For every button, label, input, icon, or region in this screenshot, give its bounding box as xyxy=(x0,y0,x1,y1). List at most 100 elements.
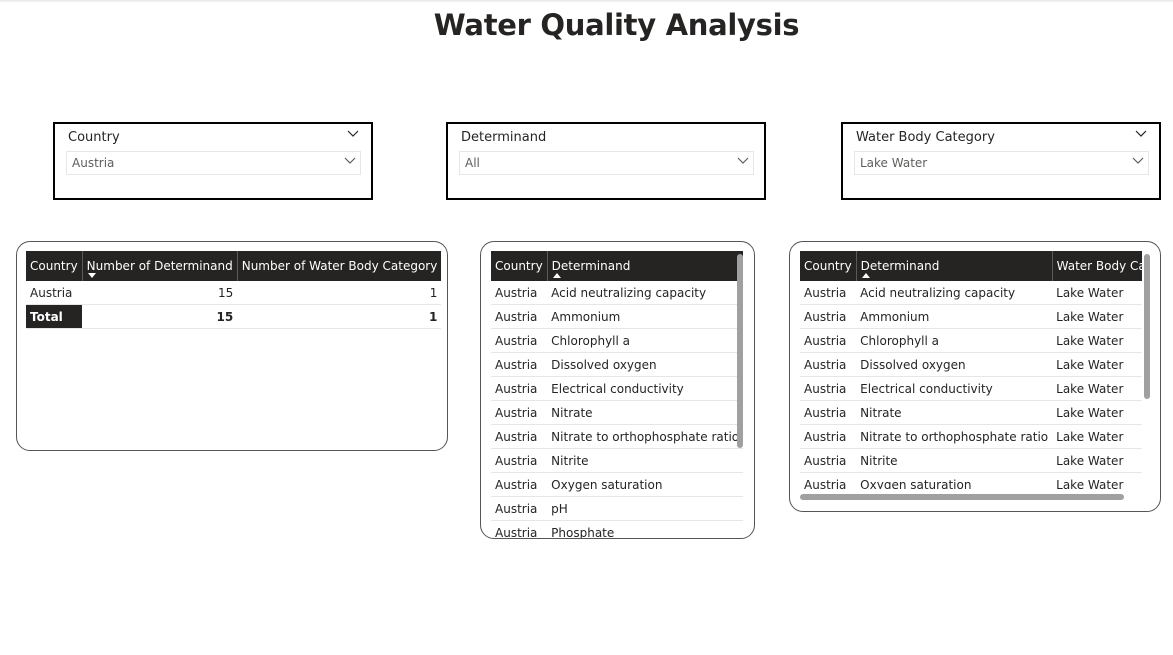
country-selected-value: Austria xyxy=(72,156,115,170)
table-cell: Acid neutralizing capacity xyxy=(547,281,744,305)
table-row[interactable]: Austria Electrical conductivity xyxy=(491,376,744,401)
column-header-water-body-category[interactable]: Water Body Category xyxy=(1052,251,1142,281)
table-row[interactable]: Austria Acid neutralizing capacity Lake Wa… xyxy=(800,281,1142,305)
table-cell: Lake Water xyxy=(1052,304,1142,329)
table-row[interactable]: Austria Dissolved oxygen Lake Water xyxy=(800,352,1142,377)
vertical-scrollbar[interactable] xyxy=(1144,254,1150,399)
total-label: Total xyxy=(26,304,83,329)
table-row[interactable]: Austria Nitrate Lake Water xyxy=(800,400,1142,425)
table-cell: Dissolved oxygen xyxy=(547,352,744,377)
table-row[interactable]: Austria 15 1 xyxy=(26,281,442,305)
table-row[interactable]: Austria Phosphate xyxy=(491,520,744,538)
table-row[interactable]: Austria Ammonium xyxy=(491,304,744,329)
table-cell: Lake Water xyxy=(1052,328,1142,353)
table-cell: Austria xyxy=(491,520,548,538)
table-cell: Austria xyxy=(491,448,548,473)
water-body-category-slicer[interactable]: Water Body Category Lake Water xyxy=(841,122,1161,200)
chevron-down-icon[interactable] xyxy=(1135,130,1147,138)
table-row[interactable]: Austria Chlorophyll a xyxy=(491,328,744,353)
table-row[interactable]: Austria Ammonium Lake Water xyxy=(800,304,1142,329)
table-cell: Lake Water xyxy=(1052,400,1142,425)
total-cell: 1 xyxy=(237,304,442,329)
table-cell: Acid neutralizing capacity xyxy=(856,281,1053,305)
water-body-category-slicer-label: Water Body Category xyxy=(856,130,995,145)
table-cell: Austria xyxy=(800,328,857,353)
water-body-category-slicer-header[interactable]: Water Body Category xyxy=(856,130,1147,146)
table-row[interactable]: Austria Acid neutralizing capacity xyxy=(491,281,744,305)
table-cell: Austria xyxy=(491,328,548,353)
table-cell: Dissolved oxygen xyxy=(856,352,1053,377)
chevron-down-icon[interactable] xyxy=(1132,157,1144,165)
table-cell: Austria xyxy=(491,496,548,521)
table-cell: Austria xyxy=(800,281,857,305)
page-title: Water Quality Analysis xyxy=(433,8,800,42)
table-row[interactable]: Austria Dissolved oxygen xyxy=(491,352,744,377)
column-header-country[interactable]: Country xyxy=(491,251,548,281)
table-cell: Electrical conductivity xyxy=(547,376,744,401)
table-row[interactable]: Austria Nitrite xyxy=(491,448,744,473)
country-slicer[interactable]: Country Austria xyxy=(53,122,373,200)
chevron-down-icon[interactable] xyxy=(737,157,749,165)
category-table: Country Determinand Water Body Category … xyxy=(800,251,1142,489)
sort-descending-icon[interactable] xyxy=(87,273,96,278)
table-row[interactable]: Austria Chlorophyll a Lake Water xyxy=(800,328,1142,353)
table-row[interactable]: Austria Oxygen saturation xyxy=(491,472,744,497)
table-cell: Lake Water xyxy=(1052,424,1142,449)
country-dropdown[interactable]: Austria xyxy=(66,151,361,175)
summary-table: Country Number of Determinand Number of … xyxy=(26,251,442,329)
total-row: Total 15 1 xyxy=(26,304,442,329)
table-cell: Austria xyxy=(800,376,857,401)
column-header-determinand[interactable]: Determinand xyxy=(547,251,744,281)
column-header-determinand[interactable]: Determinand xyxy=(856,251,1053,281)
vertical-scrollbar[interactable] xyxy=(737,254,743,448)
sort-ascending-icon[interactable] xyxy=(861,273,870,278)
category-table-card: Country Determinand Water Body Category … xyxy=(789,241,1161,512)
water-body-category-dropdown[interactable]: Lake Water xyxy=(854,151,1149,175)
table-cell: Chlorophyll a xyxy=(856,328,1053,353)
determinand-slicer[interactable]: Determinand All xyxy=(446,122,766,200)
table-cell: Phosphate xyxy=(547,520,744,538)
table-cell: Austria xyxy=(800,304,857,329)
table-cell: Austria xyxy=(491,424,548,449)
table-cell: Nitrite xyxy=(547,448,744,473)
water-body-category-selected-value: Lake Water xyxy=(860,156,928,170)
table-cell: Nitrate to orthophosphate ratio xyxy=(547,424,744,449)
table-row[interactable]: Austria Nitrate xyxy=(491,400,744,425)
table-cell: Nitrate xyxy=(547,400,744,425)
table-cell: Austria xyxy=(26,281,83,305)
determinand-slicer-header[interactable]: Determinand xyxy=(461,130,752,146)
table-cell: Nitrate to orthophosphate ratio xyxy=(856,424,1053,449)
table-row[interactable]: Austria pH xyxy=(491,496,744,521)
top-shadow xyxy=(0,0,1173,3)
horizontal-scrollbar[interactable] xyxy=(800,494,1124,500)
chevron-down-icon[interactable] xyxy=(344,157,356,165)
table-cell: Austria xyxy=(491,376,548,401)
table-cell: Austria xyxy=(800,424,857,449)
table-cell: Electrical conductivity xyxy=(856,376,1053,401)
table-cell: Lake Water xyxy=(1052,472,1142,489)
column-header-number-of-determinand[interactable]: Number of Determinand xyxy=(82,251,238,281)
table-cell: Austria xyxy=(800,472,857,489)
table-row[interactable]: Austria Electrical conductivity Lake Water xyxy=(800,376,1142,401)
table-cell: Ammonium xyxy=(547,304,744,329)
country-slicer-header[interactable]: Country xyxy=(68,130,359,146)
total-cell: 15 xyxy=(82,304,238,329)
determinand-dropdown[interactable]: All xyxy=(459,151,754,175)
table-row[interactable]: Austria Nitrate to orthophosphate ratio xyxy=(491,424,744,449)
table-row[interactable]: Austria Nitrite Lake Water xyxy=(800,448,1142,473)
chevron-down-icon[interactable] xyxy=(347,130,359,138)
table-row[interactable]: Austria Oxygen saturation Lake Water xyxy=(800,472,1142,489)
table-cell: Austria xyxy=(491,281,548,305)
sort-ascending-icon[interactable] xyxy=(552,273,561,278)
determinand-table: Country Determinand Austria Acid neutrali… xyxy=(491,251,744,538)
table-cell: Austria xyxy=(491,400,548,425)
table-cell: 1 xyxy=(237,281,442,305)
column-header-number-of-water-body-category[interactable]: Number of Water Body Category xyxy=(237,251,442,281)
column-header-country[interactable]: Country xyxy=(800,251,857,281)
summary-table-card: Country Number of Determinand Number of … xyxy=(16,241,448,451)
determinand-selected-value: All xyxy=(465,156,480,170)
table-cell: Lake Water xyxy=(1052,448,1142,473)
table-cell: Ammonium xyxy=(856,304,1053,329)
table-row[interactable]: Austria Nitrate to orthophosphate ratio La… xyxy=(800,424,1142,449)
column-header-country[interactable]: Country xyxy=(26,251,83,281)
